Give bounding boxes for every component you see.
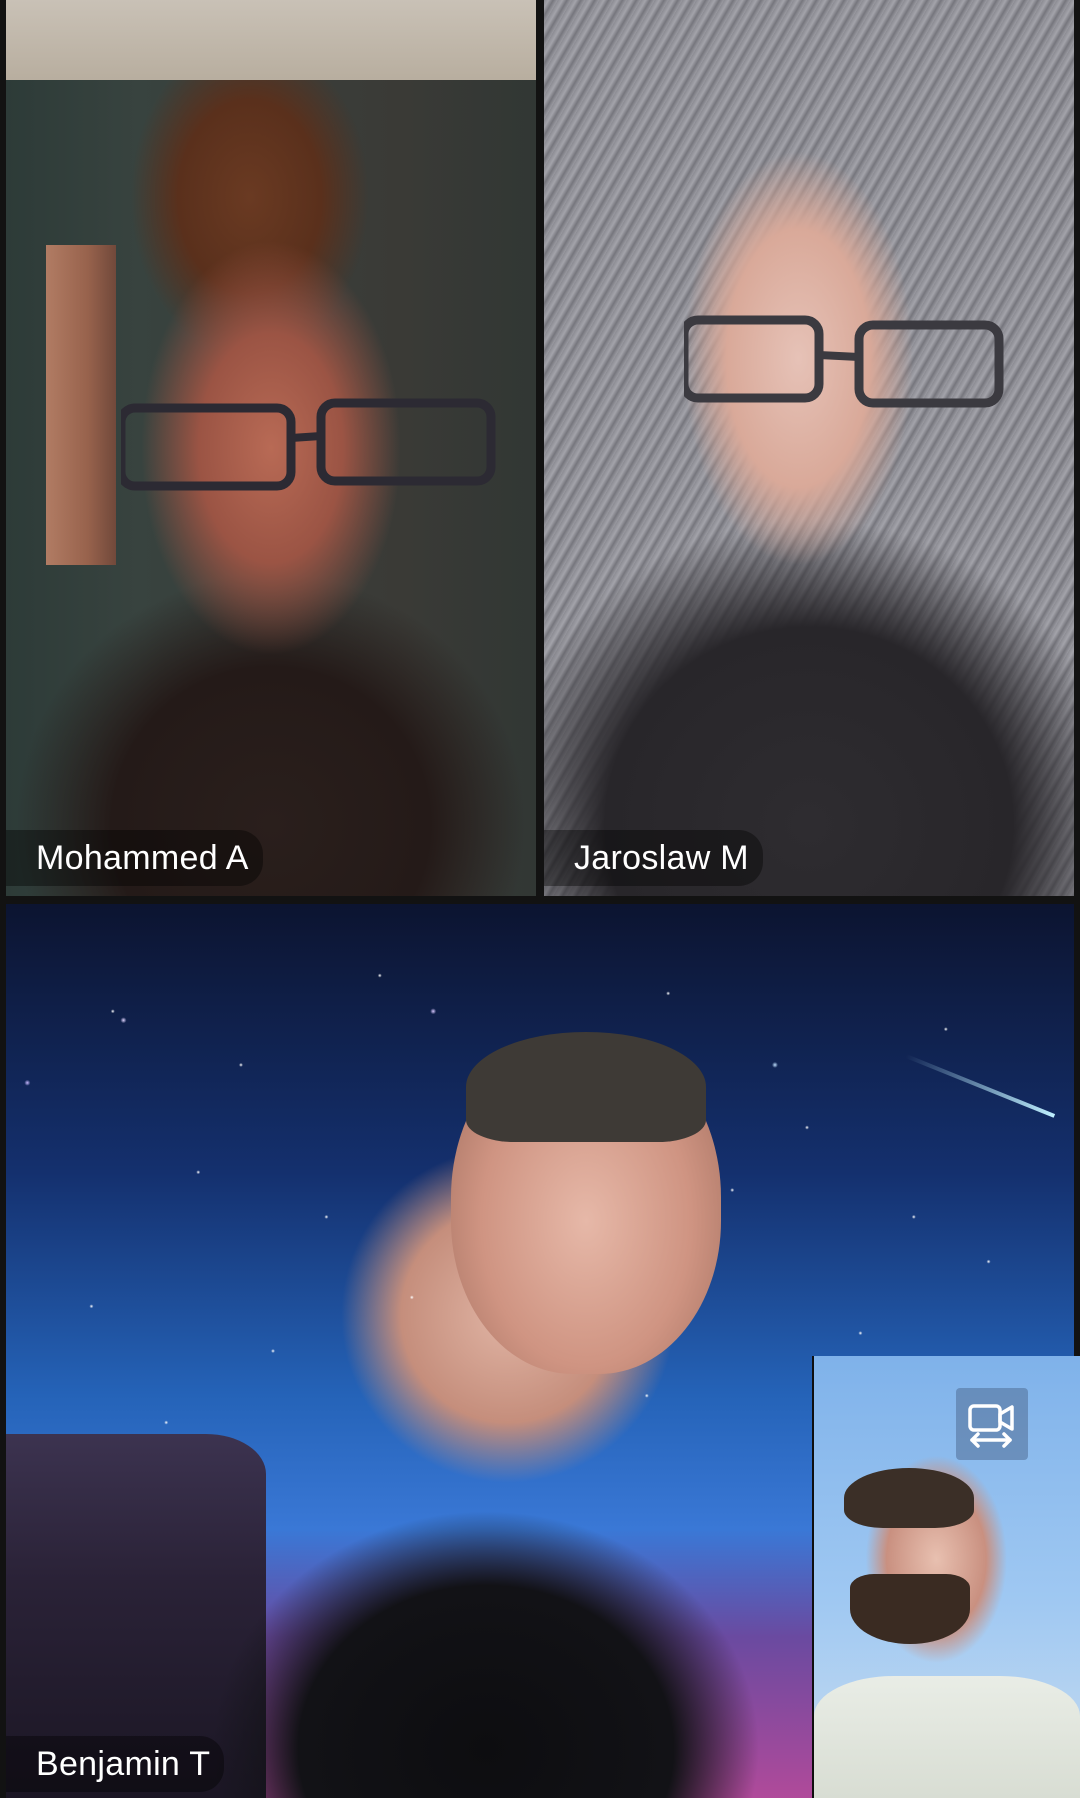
self-video bbox=[814, 1676, 1080, 1798]
self-video bbox=[850, 1574, 970, 1644]
participant-tile-mohammed[interactable]: Mohammed A bbox=[6, 0, 536, 896]
participant-name-label: Jaroslaw M bbox=[544, 830, 763, 886]
participant-video bbox=[121, 398, 496, 491]
video-call-grid: Mohammed A Jaroslaw M Benjamin T bbox=[0, 0, 1080, 1798]
participant-video bbox=[176, 1304, 796, 1798]
participant-name-label: Mohammed A bbox=[6, 830, 263, 886]
participant-video bbox=[466, 1032, 706, 1142]
self-video bbox=[844, 1468, 974, 1528]
video-background bbox=[6, 0, 536, 80]
switch-camera-icon bbox=[968, 1404, 1014, 1448]
participant-video bbox=[684, 315, 1004, 408]
participant-tile-jaroslaw[interactable]: Jaroslaw M bbox=[544, 0, 1074, 896]
switch-camera-button[interactable] bbox=[956, 1388, 1028, 1460]
self-view-preview[interactable] bbox=[812, 1356, 1080, 1798]
participant-name-label: Benjamin T bbox=[6, 1736, 225, 1792]
video-background bbox=[46, 245, 116, 565]
